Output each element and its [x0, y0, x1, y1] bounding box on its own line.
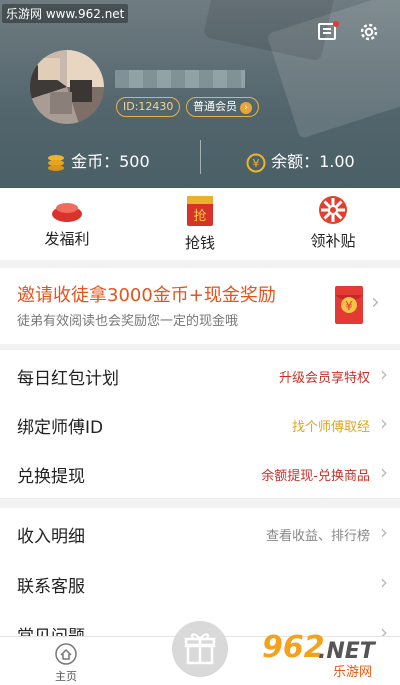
invite-subtitle: 徒弟有效阅读也会奖励您一定的现金哦 [17, 314, 239, 329]
red-envelope-icon: ¥ [335, 286, 363, 324]
tab-home-label: 主页 [55, 670, 77, 683]
list-item-income[interactable]: 收入明细 查看收益、排行榜 › [0, 508, 400, 559]
gift-button[interactable] [172, 621, 228, 677]
chevron-right-icon: › [380, 411, 388, 435]
yuan-coin-icon: ¥ [246, 153, 266, 172]
divider [200, 140, 201, 174]
red-envelope-icon [52, 203, 82, 222]
row-label: 兑换提现 [17, 467, 85, 487]
svg-text:¥: ¥ [345, 299, 353, 313]
brand-cn: 乐游网 [333, 665, 373, 680]
chevron-right-icon: › [380, 570, 388, 594]
chevron-right-icon: › [380, 460, 388, 484]
chevron-right-icon: › [240, 102, 252, 114]
list-item-withdraw[interactable]: 兑换提现 余额提现-兑换商品 › [0, 448, 400, 499]
quick-action-subsidy[interactable]: 领补贴 [283, 194, 383, 251]
coins-label: 金币：500 [71, 152, 150, 171]
row-hint: 余额提现-兑换商品 [261, 469, 370, 484]
row-label: 联系客服 [17, 577, 85, 597]
member-level-badge[interactable]: 普通会员 › [186, 97, 259, 117]
invite-banner[interactable]: 邀请收徒拿3000金币+现金奖励 徒弟有效阅读也会奖励您一定的现金哦 ¥ › [0, 268, 400, 344]
quick-actions: 发福利 抢 抢钱 领补贴 [0, 188, 400, 260]
user-id-badge: ID:12430 [116, 97, 181, 117]
profile-header: 乐游网 www.962.net ID:12430 普通会员 › 金币：500 ¥ … [0, 0, 400, 188]
row-hint: 查看收益、排行榜 [265, 529, 370, 544]
gift-icon [184, 633, 216, 665]
username-blurred [115, 70, 245, 88]
svg-text:抢: 抢 [193, 208, 206, 224]
row-hint: 找个师傅取经 [291, 420, 370, 435]
row-label: 每日红包计划 [17, 369, 119, 389]
settings-gear-icon[interactable] [357, 20, 381, 44]
chevron-right-icon: › [380, 520, 388, 544]
coins-display[interactable]: 金币：500 [46, 148, 150, 172]
list-item-daily-redpack[interactable]: 每日红包计划 升级会员享特权 › [0, 350, 400, 401]
list-item-bind-master[interactable]: 绑定师傅ID 找个师傅取经 › [0, 399, 400, 450]
row-label: 收入明细 [17, 527, 85, 547]
brand-logo: 962 [262, 630, 325, 665]
row-label: 绑定师傅ID [17, 418, 104, 438]
avatar[interactable] [30, 50, 104, 124]
quick-action-label: 领补贴 [310, 232, 356, 250]
subsidy-wheel-icon [319, 196, 347, 224]
balance-display[interactable]: ¥ 余额：1.00 [246, 148, 355, 173]
quick-action-label: 抢钱 [184, 234, 215, 252]
message-icon[interactable] [316, 20, 340, 44]
quick-action-welfare[interactable]: 发福利 [17, 194, 117, 249]
list-item-support[interactable]: 联系客服 › [0, 558, 400, 609]
invite-title: 邀请收徒拿3000金币+现金奖励 [17, 285, 276, 306]
svg-text:¥: ¥ [253, 157, 260, 170]
member-level-label: 普通会员 [193, 100, 237, 113]
site-watermark: 乐游网 www.962.net [2, 4, 129, 23]
home-icon [55, 643, 77, 665]
balance-label: 余额：1.00 [271, 152, 355, 171]
quick-action-grab[interactable]: 抢 抢钱 [150, 194, 250, 253]
grab-money-icon: 抢 [187, 196, 213, 226]
row-hint: 升级会员享特权 [278, 371, 370, 386]
quick-action-label: 发福利 [44, 230, 90, 248]
tab-home[interactable]: 主页 [43, 643, 89, 684]
chevron-right-icon: › [380, 362, 388, 386]
chevron-right-icon: › [371, 290, 380, 315]
coin-stack-icon [48, 154, 64, 171]
